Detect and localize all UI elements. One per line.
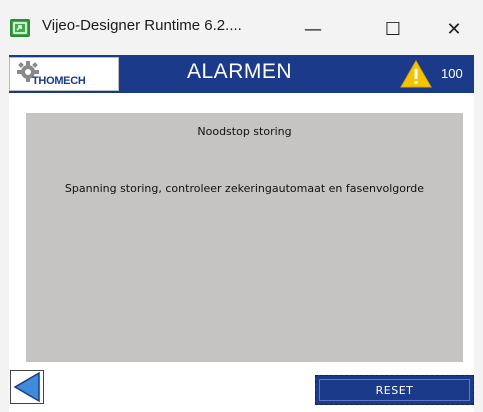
warning-icon[interactable] (400, 60, 432, 88)
reset-button[interactable]: RESET (315, 375, 474, 405)
company-logo: THOMECH (9, 57, 119, 91)
alarm-title: Noodstop storing (197, 125, 292, 138)
triangle-left-icon (13, 371, 40, 403)
reset-button-label: RESET (375, 383, 414, 397)
maximize-button[interactable]: ☐ (370, 10, 416, 48)
window-title: Vijeo-Designer Runtime 6.2.... (42, 17, 242, 34)
app-icon (10, 19, 30, 37)
alarm-panel: Noodstop storing Spanning storing, contr… (26, 113, 463, 362)
alarm-message: Spanning storing, controleer zekeringaut… (64, 182, 425, 195)
back-button[interactable] (10, 370, 44, 404)
hmi-body: Noodstop storing Spanning storing, contr… (9, 93, 474, 412)
window-titlebar: Vijeo-Designer Runtime 6.2.... — ☐ ✕ (0, 0, 483, 55)
hmi-header: THOMECH ALARMEN 100 (9, 55, 474, 93)
minimize-button[interactable]: — (290, 10, 336, 48)
logo-text: THOMECH (32, 75, 86, 87)
alarm-count: 100 (441, 66, 463, 81)
page-title: ALARMEN (187, 60, 293, 83)
close-button[interactable]: ✕ (431, 10, 477, 48)
